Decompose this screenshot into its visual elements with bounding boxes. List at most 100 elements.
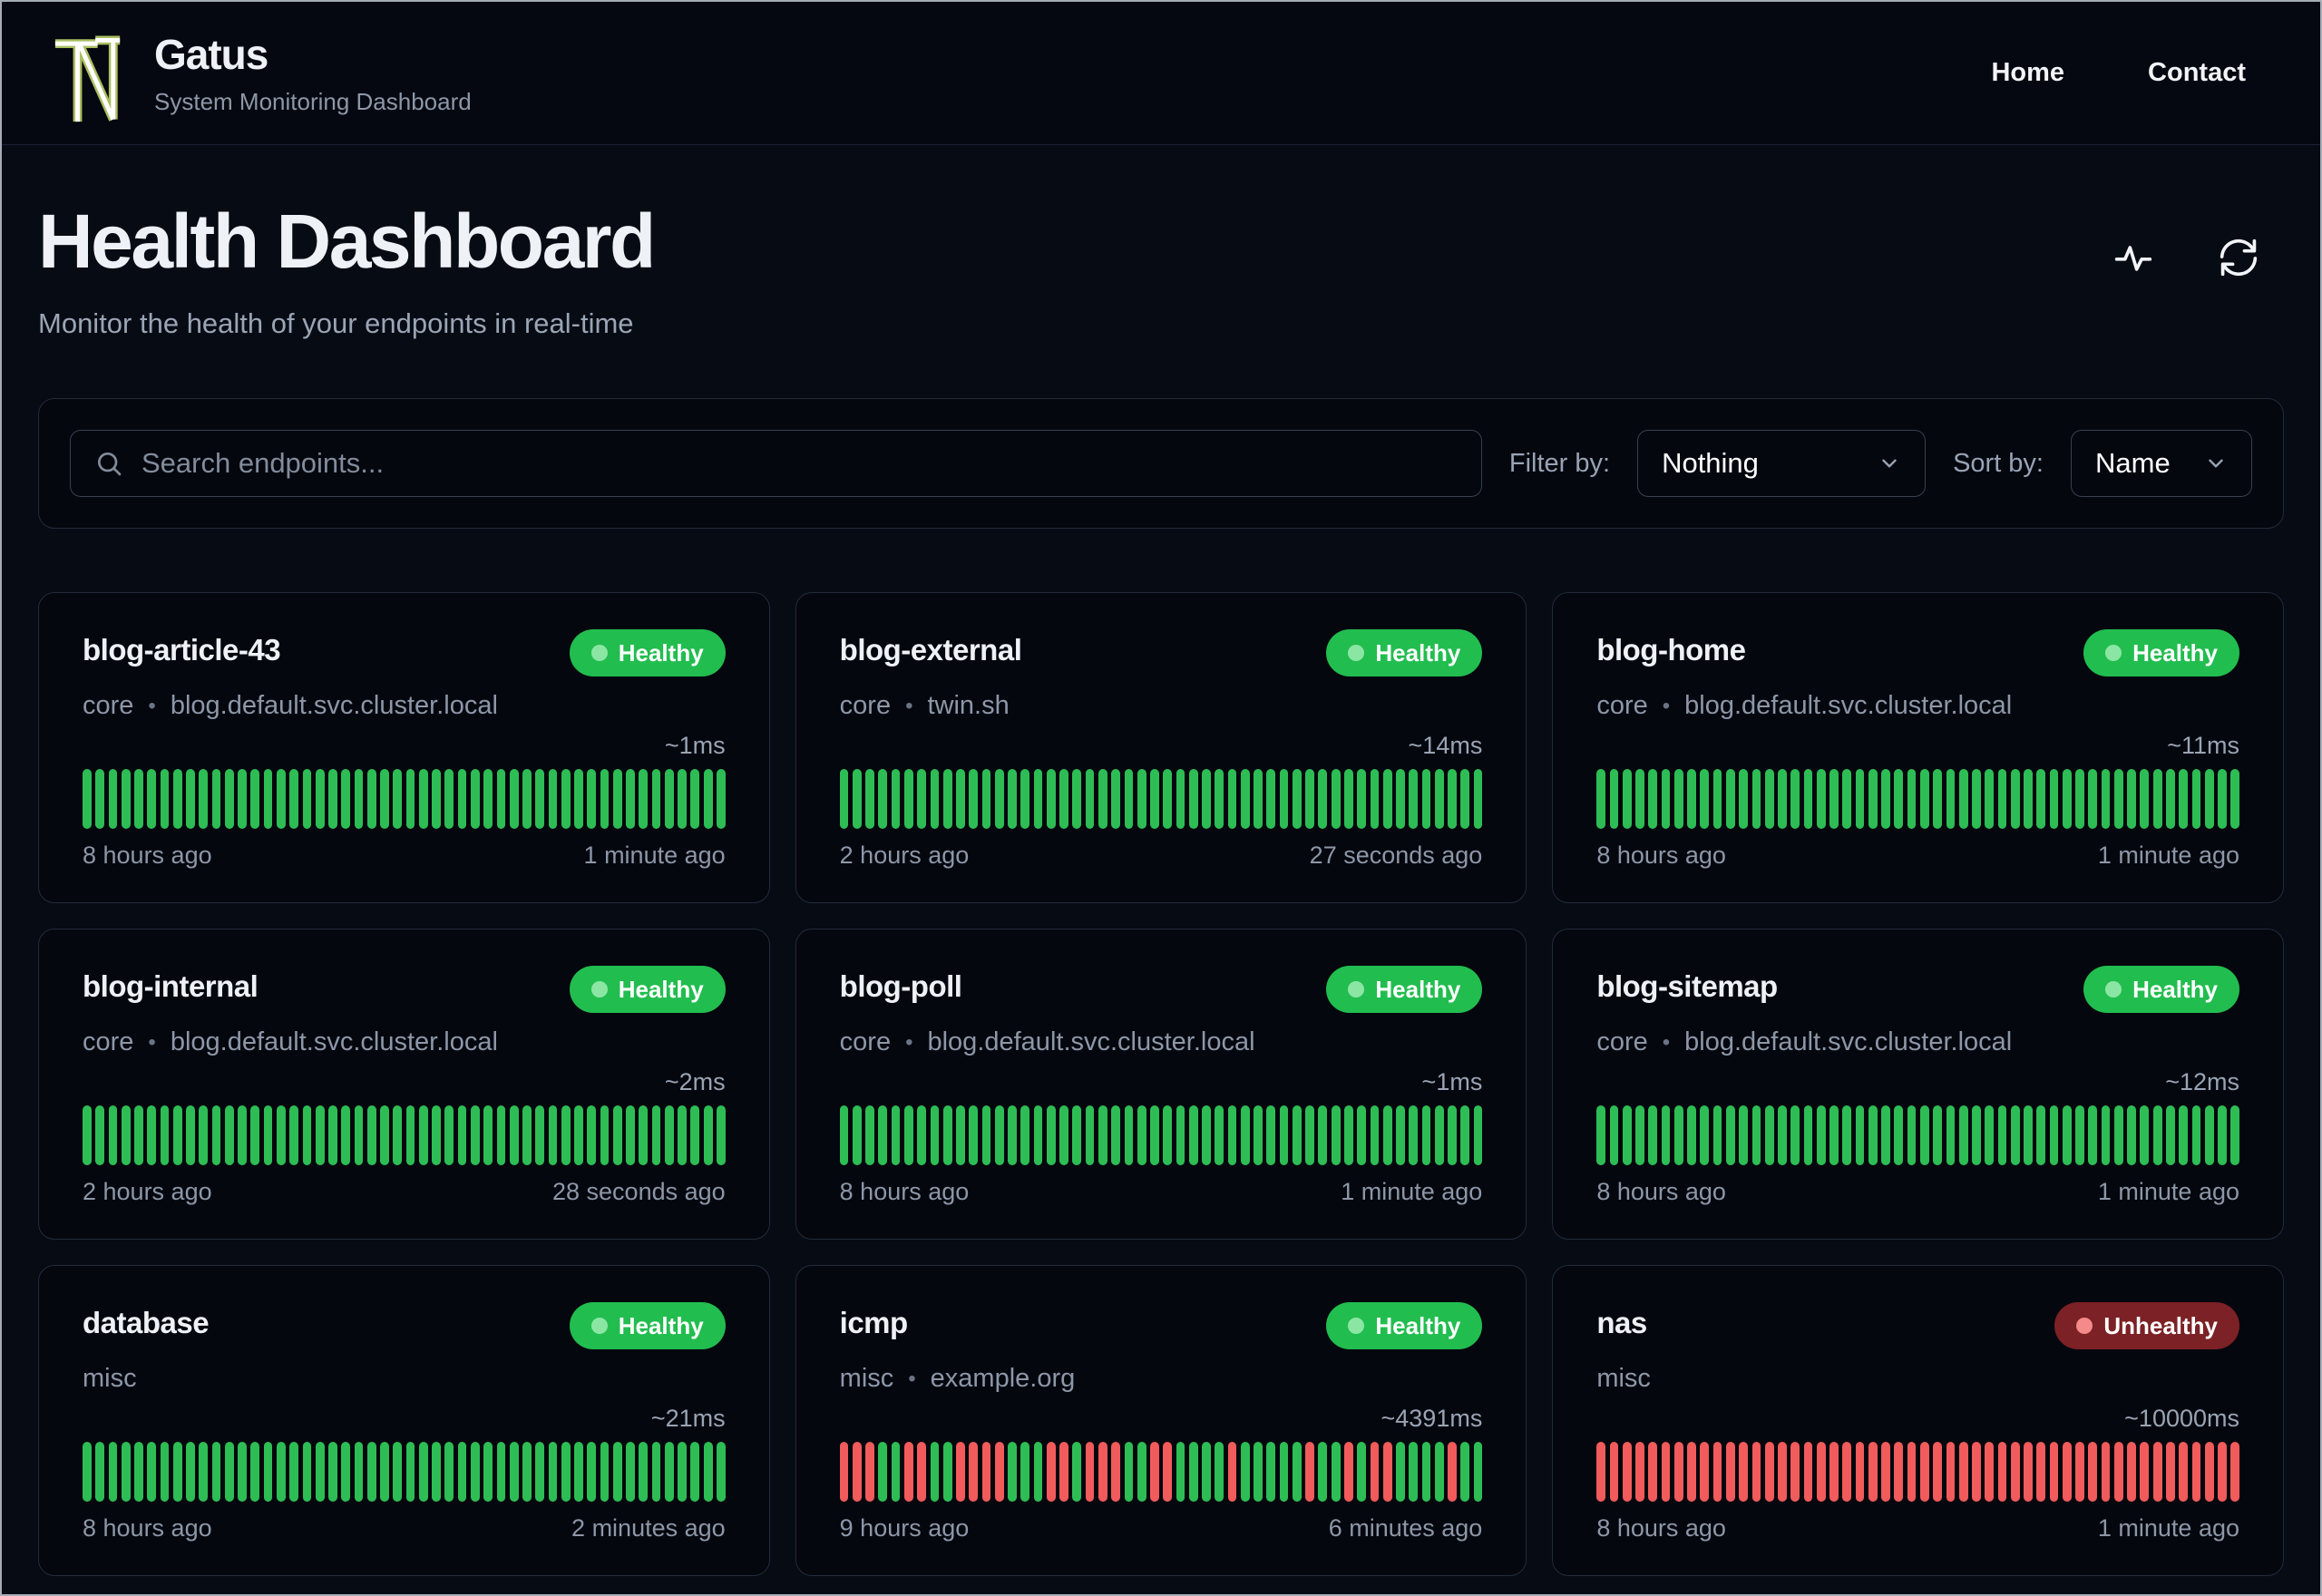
uptime-bar-failure[interactable] [1946,1442,1956,1502]
uptime-bar-success[interactable] [393,1442,403,1502]
uptime-bar-success[interactable] [432,1442,441,1502]
uptime-bar-success[interactable] [341,1442,351,1502]
uptime-bar-success[interactable] [366,769,376,829]
uptime-bar-failure[interactable] [1739,1442,1749,1502]
uptime-bar-success[interactable] [2191,1105,2201,1165]
uptime-bar-success[interactable] [289,769,299,829]
uptime-bar-success[interactable] [199,1105,209,1165]
uptime-bar-success[interactable] [1163,769,1173,829]
uptime-bar-success[interactable] [891,1105,901,1165]
uptime-bar-success[interactable] [600,1442,610,1502]
uptime-bar-failure[interactable] [1855,1442,1865,1502]
uptime-bar-success[interactable] [328,1442,337,1502]
uptime-bar-failure[interactable] [1868,1442,1878,1502]
uptime-bar-success[interactable] [1266,769,1276,829]
uptime-bar-success[interactable] [211,769,221,829]
uptime-bar-success[interactable] [95,769,105,829]
uptime-bar-success[interactable] [2218,769,2227,829]
uptime-bar-success[interactable] [302,769,312,829]
uptime-bar-success[interactable] [1894,769,1904,829]
uptime-bar-success[interactable] [1725,1105,1735,1165]
uptime-bar-success[interactable] [432,1105,441,1165]
uptime-bar-success[interactable] [561,1442,571,1502]
uptime-bar-success[interactable] [2152,769,2162,829]
uptime-bar-failure[interactable] [839,1442,849,1502]
uptime-bar-success[interactable] [1318,769,1328,829]
uptime-bar-failure[interactable] [1933,1442,1942,1502]
uptime-bar-failure[interactable] [1150,1442,1159,1502]
uptime-bar-success[interactable] [121,1105,131,1165]
uptime-bar-success[interactable] [250,1105,260,1165]
uptime-bar-success[interactable] [2101,769,2111,829]
uptime-bar-success[interactable] [354,769,364,829]
uptime-bar-success[interactable] [903,769,913,829]
uptime-bar-success[interactable] [509,1442,519,1502]
uptime-bar-success[interactable] [276,1105,286,1165]
uptime-bar-success[interactable] [289,1105,299,1165]
uptime-bar-failure[interactable] [1596,1442,1606,1502]
uptime-bar-success[interactable] [1997,1105,2007,1165]
uptime-bar-success[interactable] [2113,1105,2123,1165]
uptime-bar-success[interactable] [250,769,260,829]
uptime-bar-success[interactable] [1331,769,1341,829]
uptime-bar-success[interactable] [1085,1105,1095,1165]
uptime-bar-success[interactable] [83,769,92,829]
uptime-bar-success[interactable] [172,769,182,829]
uptime-bar-success[interactable] [1712,769,1722,829]
uptime-bar-success[interactable] [1855,769,1865,829]
uptime-bar-success[interactable] [2179,769,2189,829]
uptime-bar-success[interactable] [2140,769,2150,829]
uptime-bar-success[interactable] [1124,1105,1134,1165]
uptime-bar-success[interactable] [1739,1105,1749,1165]
uptime-bar-success[interactable] [496,1105,506,1165]
uptime-bar-failure[interactable] [1803,1442,1813,1502]
uptime-bar-failure[interactable] [917,1442,927,1502]
uptime-bar-success[interactable] [1421,1105,1431,1165]
uptime-bar-success[interactable] [2062,769,2072,829]
uptime-bar-success[interactable] [942,1442,952,1502]
uptime-bar-success[interactable] [1176,1442,1185,1502]
uptime-bar-success[interactable] [994,1105,1004,1165]
uptime-bar-success[interactable] [600,769,610,829]
uptime-bar-success[interactable] [1448,769,1457,829]
uptime-bar-success[interactable] [561,769,571,829]
uptime-bar-success[interactable] [444,769,454,829]
uptime-bar-success[interactable] [956,769,965,829]
uptime-bar-failure[interactable] [2101,1442,2111,1502]
uptime-bar-success[interactable] [1098,769,1107,829]
uptime-bar-failure[interactable] [1985,1442,1995,1502]
uptime-bar-success[interactable] [1409,1105,1419,1165]
endpoint-card[interactable]: blog-poll Healthy core • blog.default.sv… [795,929,1527,1240]
uptime-bar-success[interactable] [1725,769,1735,829]
uptime-bar-success[interactable] [1985,769,1995,829]
uptime-bar-failure[interactable] [865,1442,874,1502]
uptime-bar-failure[interactable] [2010,1442,2020,1502]
uptime-bar-success[interactable] [418,1442,428,1502]
uptime-bar-success[interactable] [2113,769,2123,829]
uptime-bar-success[interactable] [83,1105,92,1165]
uptime-bar-failure[interactable] [903,1442,913,1502]
uptime-bar-success[interactable] [2024,769,2033,829]
uptime-bar-success[interactable] [405,1105,415,1165]
filter-select[interactable]: Nothing [1637,430,1927,497]
uptime-bar-success[interactable] [199,769,209,829]
uptime-bar-success[interactable] [276,1442,286,1502]
uptime-bar-success[interactable] [1396,1442,1405,1502]
endpoint-card[interactable]: icmp Healthy misc • example.org ~4391ms … [795,1265,1527,1576]
uptime-bar-success[interactable] [1919,1105,1929,1165]
uptime-bar-success[interactable] [612,1442,622,1502]
uptime-bar-failure[interactable] [1382,1442,1392,1502]
uptime-bar-success[interactable] [134,1105,143,1165]
uptime-bar-success[interactable] [1072,1442,1082,1502]
uptime-bar-failure[interactable] [1829,1442,1839,1502]
uptime-bar-success[interactable] [587,1442,597,1502]
uptime-bar-success[interactable] [1673,769,1683,829]
uptime-bar-success[interactable] [1881,1105,1890,1165]
uptime-bar-failure[interactable] [1764,1442,1774,1502]
endpoint-card[interactable]: blog-article-43 Healthy core • blog.defa… [38,592,770,903]
uptime-bar-success[interactable] [969,769,979,829]
uptime-bar-success[interactable] [224,1442,234,1502]
uptime-bar-success[interactable] [186,1105,195,1165]
uptime-bar-success[interactable] [1648,769,1658,829]
uptime-bar-success[interactable] [1176,769,1185,829]
